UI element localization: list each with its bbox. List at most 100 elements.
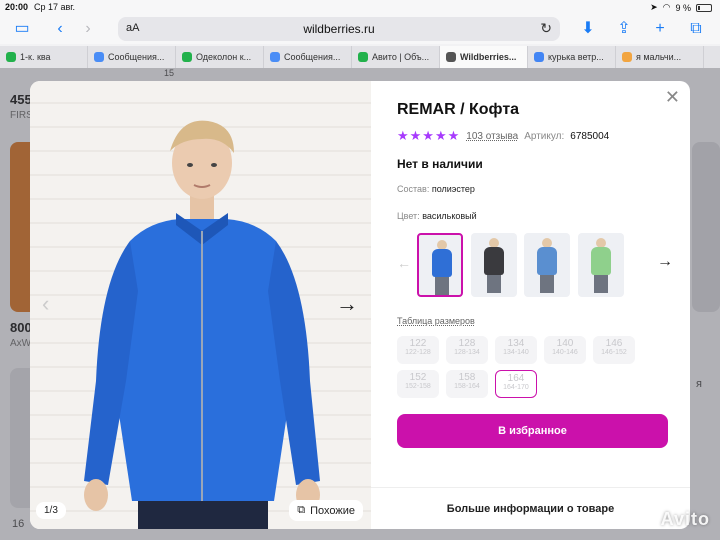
reload-icon[interactable]: ↻ <box>540 20 552 37</box>
battery-icon <box>696 3 712 12</box>
tab-favicon-icon <box>94 52 104 62</box>
size-number: 152 <box>409 372 427 383</box>
location-icon: ➤ <box>650 2 658 12</box>
size-table-link[interactable]: Таблица размеров <box>397 316 475 326</box>
status-time: 20:00 <box>5 2 29 12</box>
tab-label: Авито | Объ... <box>372 52 430 62</box>
similar-label: Похожие <box>310 504 355 517</box>
tab-favicon-icon <box>534 52 544 62</box>
size-number: 164 <box>507 373 525 384</box>
tab-close-icon[interactable] <box>446 52 456 62</box>
size-option[interactable]: 152 152-158 <box>397 370 439 398</box>
color-label: Цвет: <box>397 211 420 221</box>
composition-value: полиэстер <box>431 184 475 194</box>
browser-tab[interactable]: курька ветр... <box>528 46 616 68</box>
status-bar: 20:00 Ср 17 авг. ➤ ◠ 9 % <box>0 0 720 14</box>
tab-label: курька ветр... <box>548 52 604 62</box>
size-range: 146-152 <box>601 349 627 356</box>
add-to-favorites-button[interactable]: В избранное <box>397 414 668 448</box>
swatch-next-arrow-icon[interactable]: → <box>657 253 673 271</box>
status-right: ➤ ◠ 9 % <box>650 2 712 13</box>
size-option[interactable]: 134 134-140 <box>495 336 537 364</box>
product-title: REMAR / Кофта <box>397 101 520 118</box>
browser-tab[interactable]: Сообщения... <box>88 46 176 68</box>
tab-label: я мальчи... <box>636 52 682 62</box>
color-swatch[interactable] <box>524 233 570 297</box>
size-option[interactable]: 158 158-164 <box>446 370 488 398</box>
size-range: 134-140 <box>503 349 529 356</box>
back-icon[interactable]: ‹ <box>50 18 70 40</box>
size-number: 122 <box>409 338 427 349</box>
color-swatch[interactable] <box>471 233 517 297</box>
photo-next-arrow-icon[interactable]: → <box>336 291 358 317</box>
browser-tab[interactable]: я мальчи... <box>616 46 704 68</box>
avito-watermark: Avito <box>660 509 710 529</box>
size-range: 164-170 <box>503 384 529 391</box>
size-number: 134 <box>507 338 525 349</box>
tabs-overview-icon[interactable]: ⧉ <box>686 18 706 40</box>
wifi-icon: ◠ <box>662 2 671 12</box>
size-option-selected[interactable]: 164 164-170 <box>495 370 537 398</box>
browser-tab[interactable]: Сообщения... <box>264 46 352 68</box>
article-number: 6785004 <box>570 130 610 142</box>
similar-icon: ⧉ <box>297 504 306 516</box>
url-text[interactable]: wildberries.ru <box>118 22 560 36</box>
color-value: васильковый <box>422 211 477 221</box>
size-range: 140-146 <box>552 349 578 356</box>
tab-label: Сообщения... <box>284 52 341 62</box>
composition: Состав: полиэстер <box>397 184 475 194</box>
tab-favicon-icon <box>182 52 192 62</box>
tab-favicon-icon <box>622 52 632 62</box>
composition-label: Состав: <box>397 184 430 194</box>
product-info: ✕ REMAR / Кофта ★★★★★ 103 отзыва Артикул… <box>371 81 690 529</box>
color-swatches: ← → <box>397 233 690 299</box>
tab-label: Wildberries... <box>460 52 517 62</box>
size-range: 128-134 <box>454 349 480 356</box>
size-option[interactable]: 122 122-128 <box>397 336 439 364</box>
tab-favicon-icon <box>358 52 368 62</box>
size-option[interactable]: 140 140-146 <box>544 336 586 364</box>
size-option[interactable]: 128 128-134 <box>446 336 488 364</box>
boy-in-jacket-image <box>30 81 371 529</box>
share-icon[interactable]: ⇪ <box>614 18 634 40</box>
tab-favicon-icon <box>6 52 16 62</box>
browser-tab[interactable]: Авито | Объ... <box>352 46 440 68</box>
size-number: 140 <box>556 338 574 349</box>
sidebar-icon[interactable]: ▭ <box>12 18 32 40</box>
rating-stars-icon: ★★★★★ <box>397 128 461 143</box>
more-info-button[interactable]: Больше информации о товаре <box>371 487 690 529</box>
size-range: 152-158 <box>405 383 431 390</box>
size-number: 146 <box>605 338 623 349</box>
size-range: 122-128 <box>405 349 431 356</box>
size-range: 158-164 <box>454 383 480 390</box>
product-photo[interactable]: ‹ → 1/3 ⧉ Похожие <box>30 81 371 529</box>
tab-label: Одеколон к... <box>196 52 252 62</box>
similar-button[interactable]: ⧉ Похожие <box>289 500 363 521</box>
color-swatch[interactable] <box>578 233 624 297</box>
new-tab-icon[interactable]: + <box>650 18 670 40</box>
article-label: Артикул: <box>524 130 565 142</box>
reviews-link[interactable]: 103 отзыва <box>466 131 518 142</box>
color: Цвет: васильковый <box>397 211 477 221</box>
tab-label: Сообщения... <box>108 52 165 62</box>
size-number: 128 <box>458 338 476 349</box>
availability-status: Нет в наличии <box>397 157 483 171</box>
browser-tab-active[interactable]: Wildberries... <box>440 46 528 68</box>
rating-row: ★★★★★ 103 отзыва Артикул: 6785004 <box>397 128 609 144</box>
close-icon[interactable]: ✕ <box>665 87 680 108</box>
photo-prev-arrow-icon[interactable]: ‹ <box>42 291 49 317</box>
battery-percent: 9 % <box>675 2 691 13</box>
color-swatch[interactable] <box>417 233 463 297</box>
size-option[interactable]: 146 146-152 <box>593 336 635 364</box>
status-date: Ср 17 авг. <box>34 2 75 12</box>
product-modal: ‹ → 1/3 ⧉ Похожие ✕ REMAR / Кофта ★★★★★ … <box>30 81 690 529</box>
address-bar[interactable]: аА wildberries.ru ↻ <box>118 17 560 41</box>
tab-favicon-icon <box>270 52 280 62</box>
download-icon[interactable]: ⬇ <box>578 18 598 40</box>
forward-icon[interactable]: › <box>78 18 98 40</box>
swatch-prev-arrow-icon[interactable]: ← <box>397 255 411 271</box>
browser-tab[interactable]: 1-к. ква <box>0 46 88 68</box>
tab-label: 1-к. ква <box>20 52 51 62</box>
tab-bar: 1-к. ква Сообщения... Одеколон к... Сооб… <box>0 46 720 68</box>
browser-tab[interactable]: Одеколон к... <box>176 46 264 68</box>
